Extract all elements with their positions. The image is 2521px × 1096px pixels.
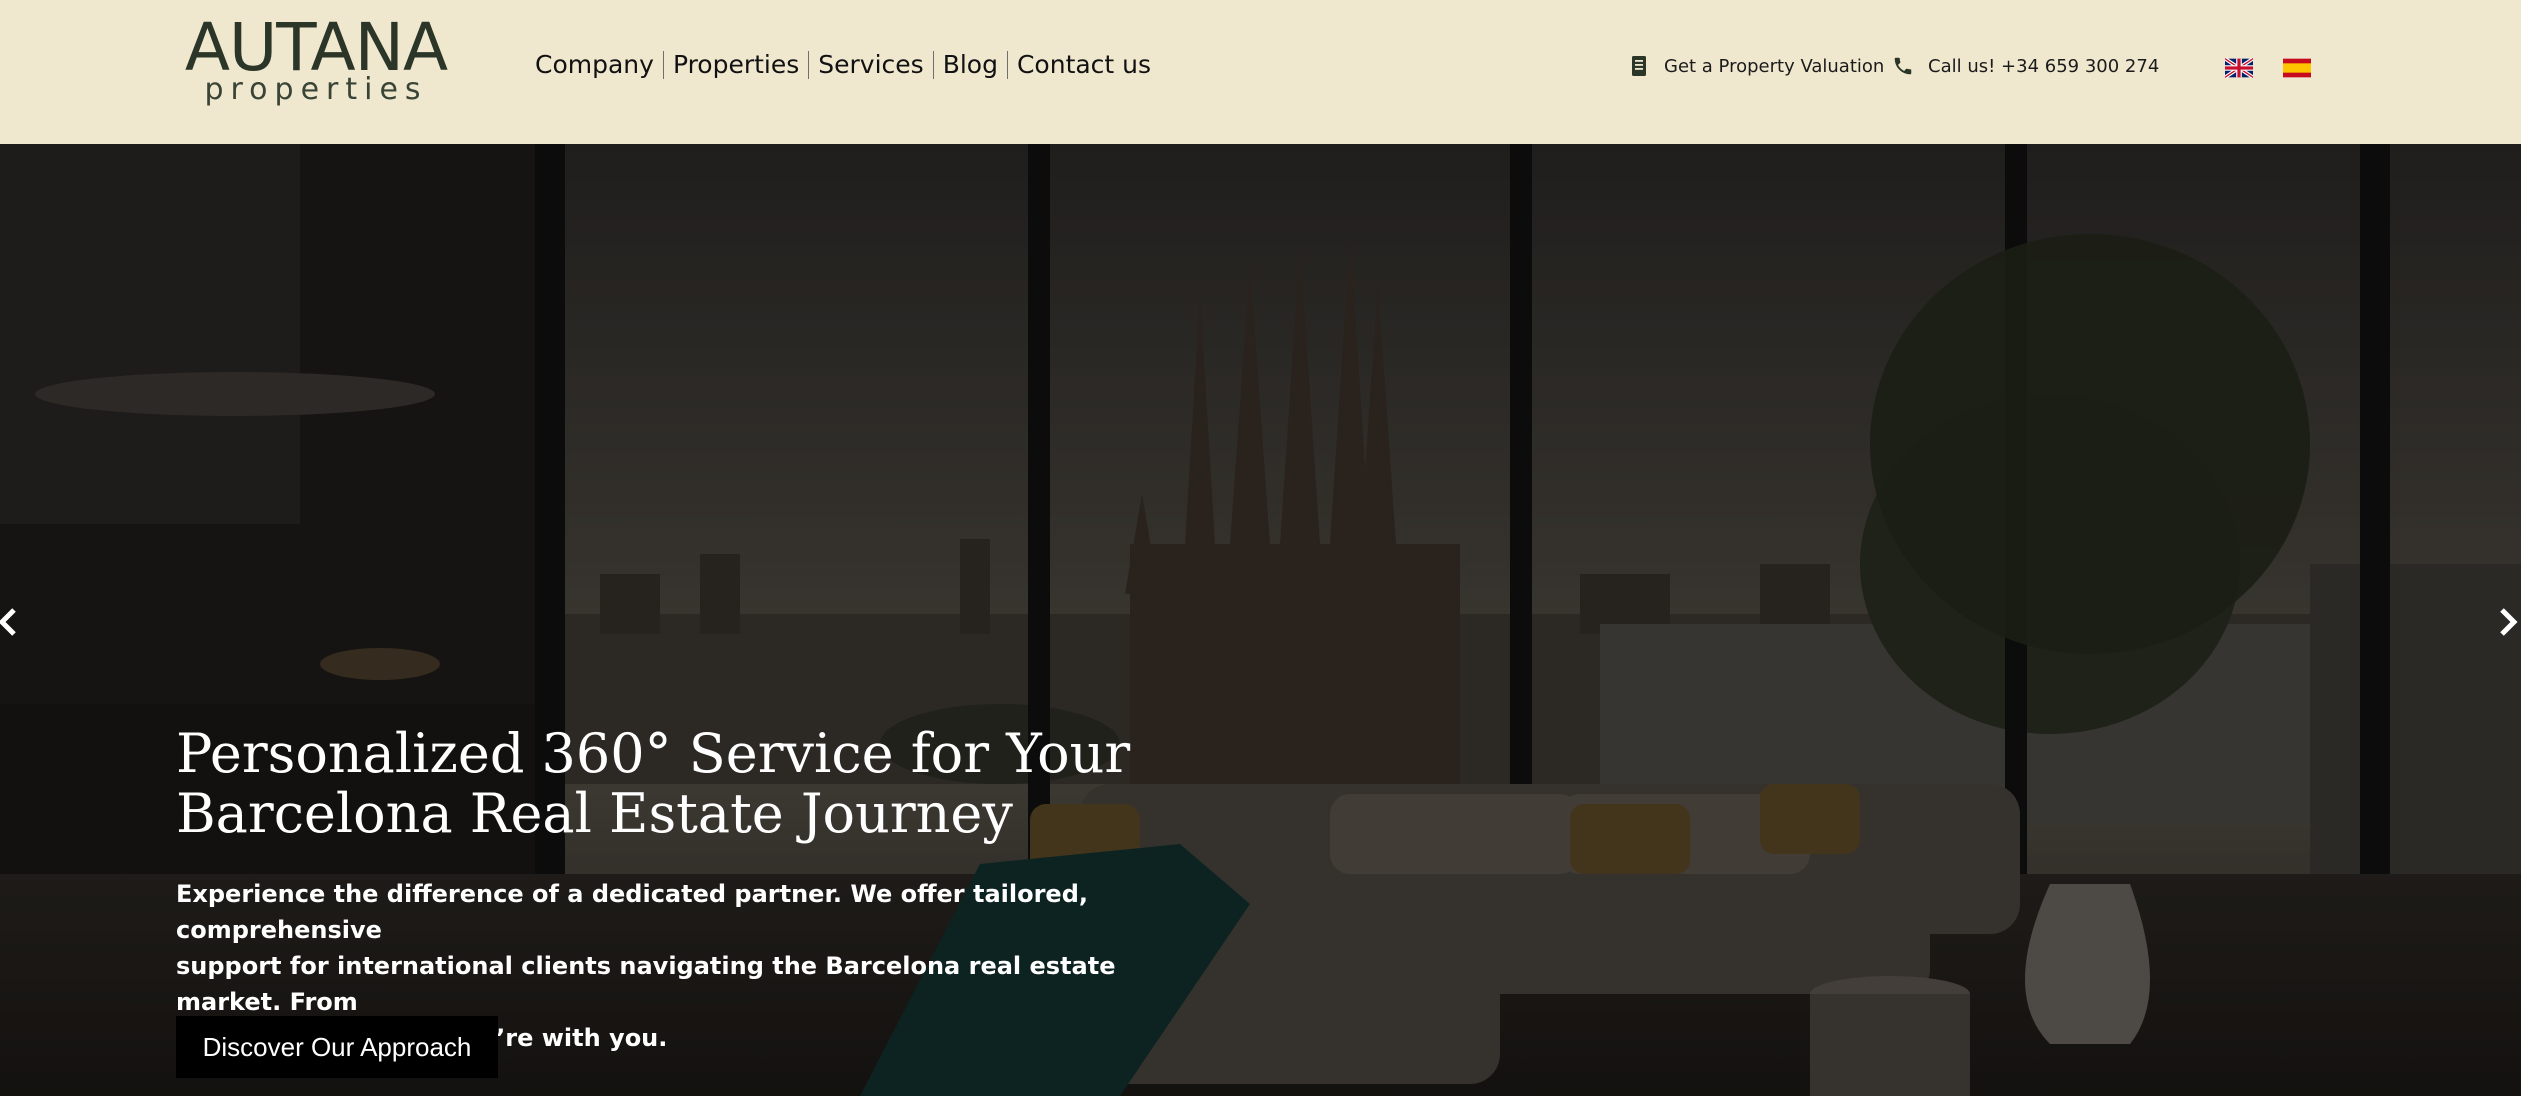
site-header: AUTANA properties Company Properties Ser… <box>0 0 2521 144</box>
phone-label: Call us! +34 659 300 274 <box>1928 55 2160 77</box>
phone-icon <box>1892 55 1914 77</box>
nav-item-company[interactable]: Company <box>535 50 654 80</box>
valuation-label: Get a Property Valuation <box>1664 55 1885 77</box>
property-valuation-link[interactable]: Get a Property Valuation <box>1628 52 1884 80</box>
hero-description-line: Experience the difference of a dedicated… <box>176 880 1088 944</box>
chevron-left-icon[interactable] <box>0 602 24 642</box>
discover-approach-button[interactable]: Discover Our Approach <box>176 1016 498 1078</box>
nav-divider <box>662 51 664 79</box>
phone-link[interactable]: Call us! +34 659 300 274 <box>1892 52 2159 80</box>
logo[interactable]: AUTANA properties <box>178 14 454 110</box>
spain-flag-icon[interactable] <box>2283 58 2311 78</box>
document-icon <box>1628 55 1650 77</box>
hero-description-line: support for international clients naviga… <box>176 952 1116 1016</box>
hero-title: Personalized 360° Service for Your Barce… <box>176 724 1276 844</box>
uk-flag-icon[interactable] <box>2223 57 2255 79</box>
main-nav: Company Properties Services Blog Contact… <box>535 48 1151 82</box>
hero-slider: Personalized 360° Service for Your Barce… <box>0 144 2521 1096</box>
nav-divider <box>808 51 810 79</box>
nav-item-properties[interactable]: Properties <box>673 50 799 80</box>
nav-divider <box>1006 51 1008 79</box>
hero-title-line: Barcelona Real Estate Journey <box>176 782 1013 845</box>
nav-item-blog[interactable]: Blog <box>943 50 998 80</box>
chevron-right-icon[interactable] <box>2492 602 2521 642</box>
nav-divider <box>932 51 934 79</box>
hero-title-line: Personalized 360° Service for Your <box>176 722 1131 785</box>
logo-tagline: properties <box>204 72 428 107</box>
nav-item-contact[interactable]: Contact us <box>1017 50 1151 80</box>
nav-item-services[interactable]: Services <box>818 50 923 80</box>
